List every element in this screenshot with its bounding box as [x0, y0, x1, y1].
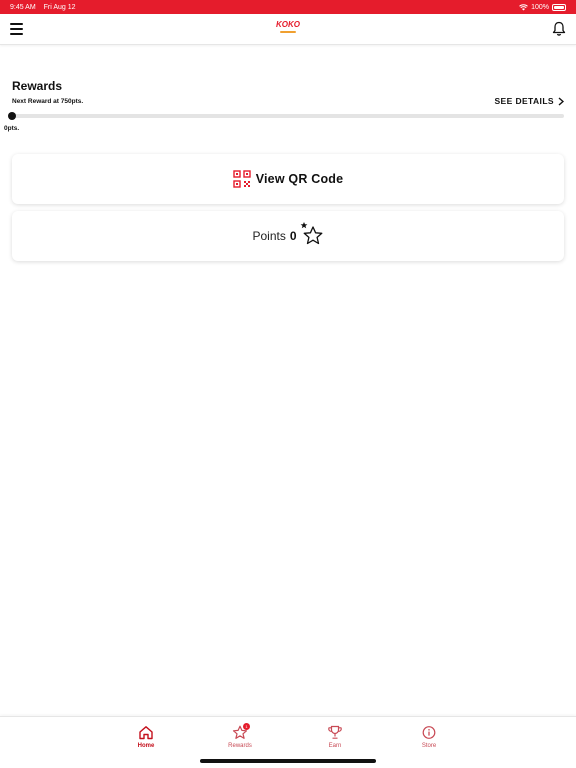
tab-home-label: Home: [137, 743, 155, 749]
see-details-link[interactable]: SEE DETAILS: [494, 96, 564, 106]
status-left: 9:45 AM Fri Aug 12: [10, 4, 82, 11]
points-label: Points: [252, 229, 286, 243]
info-icon: [422, 726, 436, 739]
status-time: 9:45 AM: [10, 3, 36, 11]
status-date: Fri Aug 12: [43, 3, 76, 11]
tab-earn[interactable]: Earn: [305, 725, 365, 749]
next-reward-text: Next Reward at 750pts.: [12, 98, 84, 105]
tab-rewards[interactable]: 1 Rewards: [210, 723, 270, 749]
logo-underline: [280, 31, 296, 33]
bell-icon[interactable]: [552, 21, 566, 37]
points-card[interactable]: Points 0: [12, 211, 564, 261]
home-icon: [139, 726, 153, 740]
status-right: 100%: [519, 3, 566, 11]
tab-store-label: Store: [421, 743, 437, 749]
battery-icon: [552, 3, 566, 11]
points-star-icon: [300, 222, 322, 245]
tab-home[interactable]: Home: [116, 725, 176, 749]
trophy-icon: [328, 725, 342, 739]
chevron-right-icon: [558, 96, 564, 106]
see-details-label: SEE DETAILS: [494, 96, 554, 106]
progress-knob: [8, 112, 16, 120]
tab-rewards-label: Rewards: [228, 743, 252, 749]
rewards-progress-bar: [12, 114, 564, 118]
logo-text: KOKO: [276, 20, 300, 29]
tab-earn-label: Earn: [328, 743, 342, 749]
rewards-title: Rewards: [12, 79, 63, 93]
qr-code-icon: [232, 170, 251, 188]
points-value: 0: [289, 229, 297, 243]
status-bar: 9:45 AM Fri Aug 12 100%: [0, 0, 576, 14]
progress-label: 0pts.: [4, 125, 20, 132]
view-qr-code-label: View QR Code: [255, 172, 344, 186]
brand-logo: KOKO: [276, 20, 300, 38]
view-qr-code-button[interactable]: View QR Code: [12, 154, 564, 204]
tab-store[interactable]: Store: [399, 725, 459, 749]
home-indicator: [200, 759, 376, 763]
battery-percent: 100%: [531, 3, 549, 11]
rewards-badge: 1: [243, 723, 250, 730]
menu-icon[interactable]: [10, 23, 23, 35]
wifi-icon: [519, 3, 528, 10]
nav-bar: KOKO: [0, 14, 576, 45]
